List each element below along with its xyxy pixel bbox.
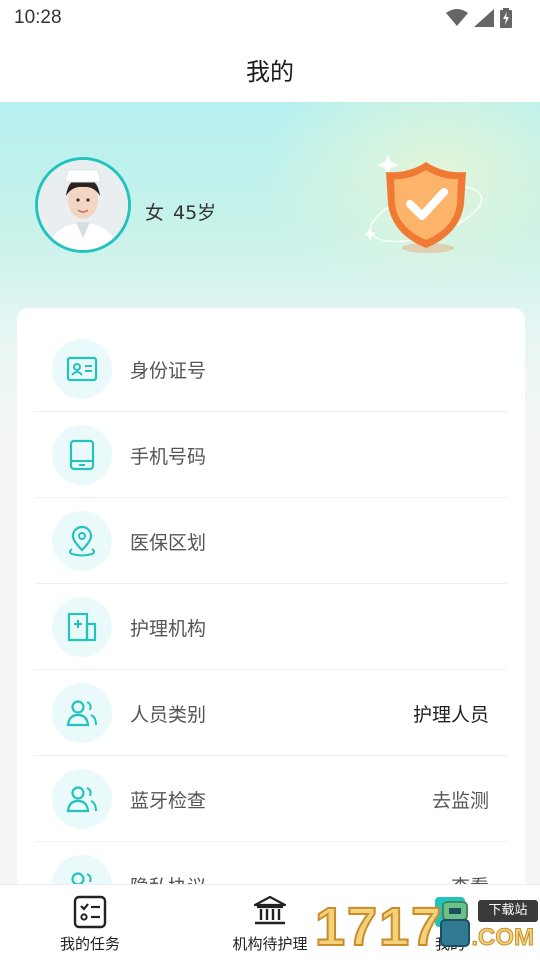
status-bar: 10:28	[0, 0, 540, 36]
menu-row-label: 蓝牙检查	[130, 790, 207, 812]
profile-gender: 女	[145, 202, 165, 224]
signal-icon	[474, 9, 494, 27]
bluetooth-check-action[interactable]: 去监测	[432, 786, 489, 813]
status-icons	[446, 8, 512, 28]
nav-bar: 我的	[0, 36, 540, 102]
battery-icon	[500, 8, 512, 28]
nurse-avatar-icon	[38, 160, 128, 250]
menu-row-label: 护理机构	[130, 618, 207, 640]
menu-row-label: 医保区划	[130, 532, 207, 554]
location-pin-icon	[52, 511, 112, 571]
profile-menu-card: 身份证号 手机号码 医保区划 护理机构 人员类别 护理人员 蓝牙检查 去监测	[17, 308, 525, 928]
menu-row-label: 人员类别	[130, 704, 207, 726]
hospital-building-icon	[52, 597, 112, 657]
menu-row-bluetooth-check[interactable]: 蓝牙检查 去监测	[35, 756, 507, 842]
people-icon	[52, 769, 112, 829]
tab-label: 我的任务	[59, 935, 120, 953]
verified-shield-icon	[364, 154, 483, 253]
people-icon	[52, 683, 112, 743]
avatar[interactable]	[35, 157, 131, 253]
id-card-icon	[52, 339, 112, 399]
menu-row-insurance-region[interactable]: 医保区划	[35, 498, 507, 584]
watermark-digits: 1717	[314, 896, 444, 958]
menu-row-label: 身份证号	[130, 360, 207, 382]
profile-age: 45岁	[173, 202, 217, 224]
page-title: 我的	[246, 57, 294, 86]
menu-row-id-number[interactable]: 身份证号	[35, 326, 507, 412]
institution-icon	[253, 895, 287, 925]
watermark-com: .COM	[471, 924, 535, 952]
menu-row-care-institution[interactable]: 护理机构	[35, 584, 507, 670]
wifi-icon	[446, 9, 468, 26]
tab-my-tasks[interactable]: 我的任务	[20, 885, 160, 960]
watermark-mascot-icon	[440, 901, 470, 947]
menu-row-personnel-type[interactable]: 人员类别 护理人员	[35, 670, 507, 756]
tablet-icon	[52, 425, 112, 485]
watermark-box: 下载站	[478, 900, 538, 922]
task-list-icon	[73, 895, 107, 929]
watermark-logo: 1717 下载站 .COM	[314, 894, 540, 960]
status-time: 10:28	[14, 7, 62, 28]
personnel-type-value: 护理人员	[412, 704, 489, 726]
menu-row-phone[interactable]: 手机号码	[35, 412, 507, 498]
menu-row-label: 手机号码	[130, 446, 207, 468]
